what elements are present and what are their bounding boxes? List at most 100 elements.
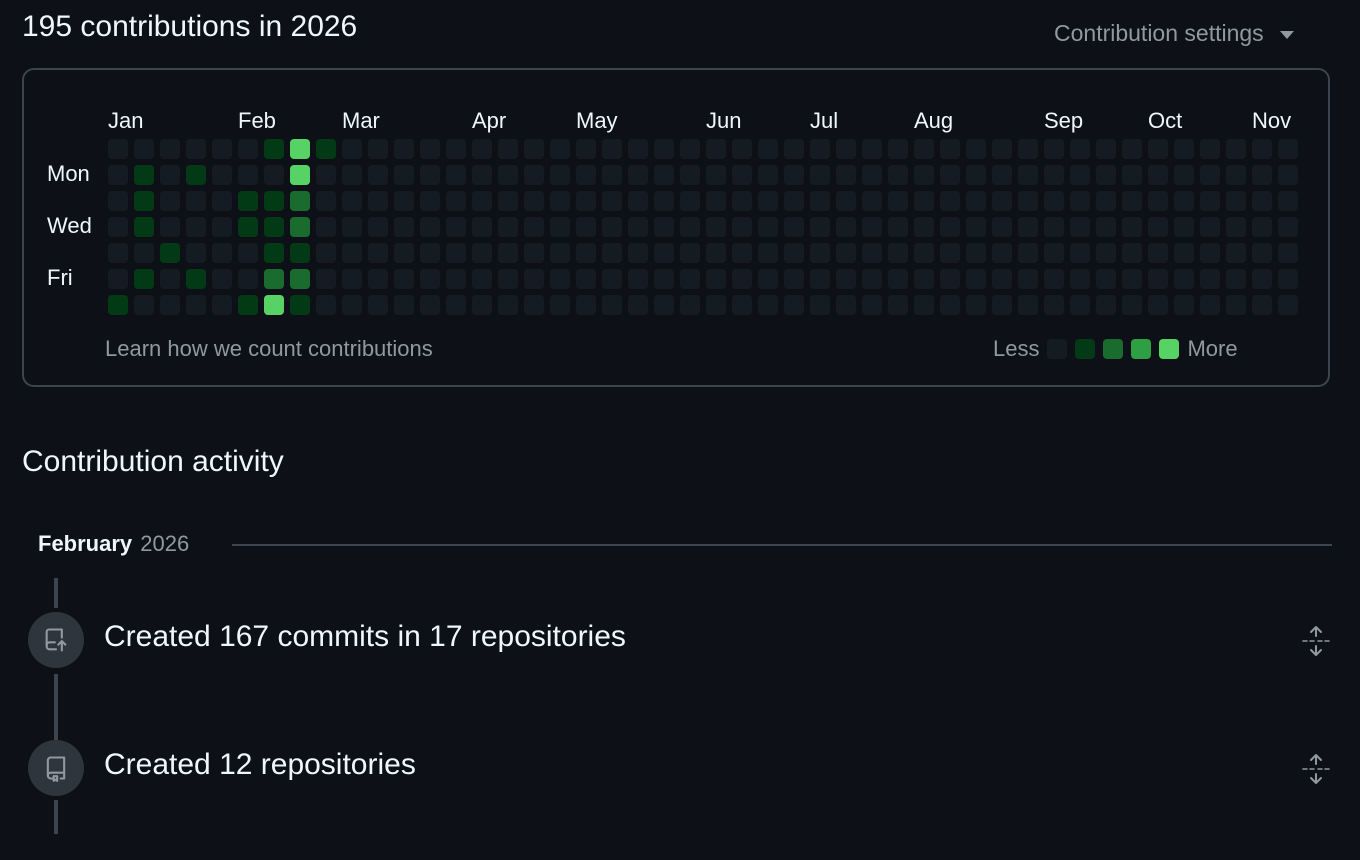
contribution-day-cell[interactable]	[1096, 243, 1116, 263]
contribution-day-cell[interactable]	[1096, 191, 1116, 211]
contribution-day-cell[interactable]	[498, 269, 518, 289]
contribution-day-cell[interactable]	[316, 217, 336, 237]
contribution-day-cell[interactable]	[1018, 269, 1038, 289]
contribution-day-cell[interactable]	[758, 295, 778, 315]
contribution-day-cell[interactable]	[420, 191, 440, 211]
contribution-day-cell[interactable]	[576, 191, 596, 211]
contribution-day-cell[interactable]	[498, 165, 518, 185]
contribution-day-cell[interactable]	[1148, 165, 1168, 185]
contribution-day-cell[interactable]	[264, 217, 284, 237]
contribution-day-cell[interactable]	[472, 269, 492, 289]
contribution-day-cell[interactable]	[888, 139, 908, 159]
contribution-day-cell[interactable]	[290, 191, 310, 211]
contribution-day-cell[interactable]	[1200, 295, 1220, 315]
contribution-day-cell[interactable]	[602, 243, 622, 263]
contribution-day-cell[interactable]	[862, 217, 882, 237]
contribution-day-cell[interactable]	[914, 139, 934, 159]
contribution-day-cell[interactable]	[862, 165, 882, 185]
contribution-day-cell[interactable]	[394, 191, 414, 211]
contribution-day-cell[interactable]	[1278, 295, 1298, 315]
contribution-day-cell[interactable]	[1070, 243, 1090, 263]
contribution-day-cell[interactable]	[1122, 217, 1142, 237]
contribution-day-cell[interactable]	[914, 191, 934, 211]
contribution-day-cell[interactable]	[186, 269, 206, 289]
contribution-day-cell[interactable]	[420, 295, 440, 315]
contribution-day-cell[interactable]	[706, 295, 726, 315]
contribution-day-cell[interactable]	[706, 139, 726, 159]
contribution-day-cell[interactable]	[1070, 269, 1090, 289]
contribution-day-cell[interactable]	[134, 295, 154, 315]
contribution-day-cell[interactable]	[732, 139, 752, 159]
contribution-day-cell[interactable]	[264, 191, 284, 211]
contribution-day-cell[interactable]	[758, 243, 778, 263]
contribution-day-cell[interactable]	[680, 295, 700, 315]
contribution-day-cell[interactable]	[1148, 243, 1168, 263]
contribution-day-cell[interactable]	[316, 295, 336, 315]
contribution-day-cell[interactable]	[862, 139, 882, 159]
contribution-day-cell[interactable]	[1226, 139, 1246, 159]
contribution-day-cell[interactable]	[1252, 243, 1272, 263]
contribution-day-cell[interactable]	[758, 217, 778, 237]
contribution-day-cell[interactable]	[836, 269, 856, 289]
contribution-day-cell[interactable]	[1174, 191, 1194, 211]
contribution-day-cell[interactable]	[498, 191, 518, 211]
contribution-day-cell[interactable]	[134, 269, 154, 289]
contribution-day-cell[interactable]	[706, 269, 726, 289]
contribution-day-cell[interactable]	[1096, 269, 1116, 289]
contribution-day-cell[interactable]	[316, 165, 336, 185]
contribution-day-cell[interactable]	[1174, 165, 1194, 185]
contribution-day-cell[interactable]	[992, 139, 1012, 159]
contribution-day-cell[interactable]	[342, 217, 362, 237]
contribution-day-cell[interactable]	[186, 295, 206, 315]
contribution-day-cell[interactable]	[1226, 165, 1246, 185]
contribution-day-cell[interactable]	[186, 165, 206, 185]
contribution-day-cell[interactable]	[1174, 295, 1194, 315]
contribution-day-cell[interactable]	[784, 217, 804, 237]
contribution-day-cell[interactable]	[550, 165, 570, 185]
contribution-day-cell[interactable]	[498, 139, 518, 159]
contribution-day-cell[interactable]	[290, 217, 310, 237]
contribution-day-cell[interactable]	[1018, 139, 1038, 159]
contribution-day-cell[interactable]	[342, 243, 362, 263]
contribution-day-cell[interactable]	[550, 191, 570, 211]
contribution-day-cell[interactable]	[134, 243, 154, 263]
contribution-day-cell[interactable]	[706, 243, 726, 263]
contribution-day-cell[interactable]	[446, 139, 466, 159]
contribution-day-cell[interactable]	[264, 243, 284, 263]
contribution-day-cell[interactable]	[446, 191, 466, 211]
contribution-day-cell[interactable]	[628, 295, 648, 315]
contribution-day-cell[interactable]	[550, 217, 570, 237]
contribution-day-cell[interactable]	[108, 243, 128, 263]
contribution-day-cell[interactable]	[888, 191, 908, 211]
contribution-day-cell[interactable]	[108, 295, 128, 315]
contribution-day-cell[interactable]	[836, 295, 856, 315]
contribution-day-cell[interactable]	[602, 139, 622, 159]
contribution-day-cell[interactable]	[706, 165, 726, 185]
contribution-day-cell[interactable]	[1070, 295, 1090, 315]
contribution-day-cell[interactable]	[1278, 191, 1298, 211]
contribution-day-cell[interactable]	[1044, 217, 1064, 237]
contribution-day-cell[interactable]	[498, 217, 518, 237]
contribution-day-cell[interactable]	[628, 217, 648, 237]
contribution-day-cell[interactable]	[108, 217, 128, 237]
contribution-day-cell[interactable]	[1018, 165, 1038, 185]
contribution-day-cell[interactable]	[394, 243, 414, 263]
contribution-day-cell[interactable]	[498, 243, 518, 263]
contribution-day-cell[interactable]	[1252, 295, 1272, 315]
contribution-day-cell[interactable]	[134, 139, 154, 159]
contribution-day-cell[interactable]	[784, 165, 804, 185]
contribution-day-cell[interactable]	[1044, 243, 1064, 263]
contribution-day-cell[interactable]	[1226, 295, 1246, 315]
contribution-day-cell[interactable]	[1122, 165, 1142, 185]
contribution-day-cell[interactable]	[654, 217, 674, 237]
contribution-day-cell[interactable]	[654, 165, 674, 185]
contribution-day-cell[interactable]	[1018, 217, 1038, 237]
contribution-day-cell[interactable]	[966, 191, 986, 211]
contribution-day-cell[interactable]	[368, 165, 388, 185]
contribution-day-cell[interactable]	[446, 165, 466, 185]
contribution-day-cell[interactable]	[888, 269, 908, 289]
contribution-day-cell[interactable]	[238, 165, 258, 185]
contribution-day-cell[interactable]	[654, 295, 674, 315]
contribution-day-cell[interactable]	[1252, 217, 1272, 237]
learn-how-we-count-link[interactable]: Learn how we count contributions	[105, 336, 433, 362]
